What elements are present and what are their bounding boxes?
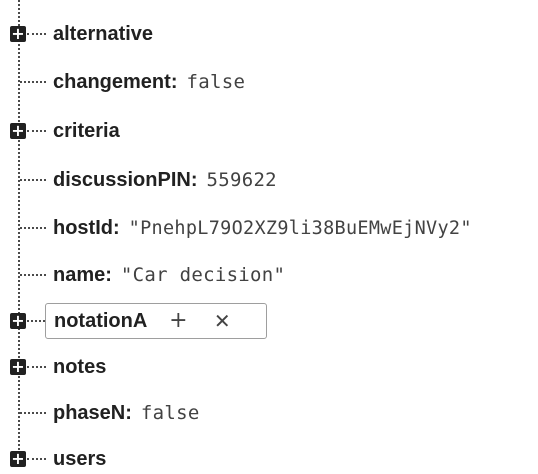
node-key[interactable]: discussionPIN <box>53 169 191 192</box>
tree-branch-line <box>27 458 46 460</box>
expand-plus-icon[interactable]: + <box>10 451 26 467</box>
node-key[interactable]: notationA <box>54 310 147 333</box>
tree-branch-line <box>27 33 46 35</box>
key-colon: : <box>105 263 112 286</box>
tree-branch-line <box>20 274 46 276</box>
node-key[interactable]: alternative <box>53 23 153 46</box>
hovered-node-box[interactable]: notationA + ✕ <box>45 303 267 339</box>
tree-node-phasen[interactable]: phaseN: false <box>0 398 538 428</box>
tree-branch-line <box>20 179 46 181</box>
delete-node-icon[interactable]: ✕ <box>211 310 233 332</box>
tree-node-notes[interactable]: + notes <box>0 352 538 382</box>
tree-branch-line <box>20 81 46 83</box>
tree-branch-line <box>27 320 45 322</box>
node-value[interactable]: false <box>141 402 200 424</box>
tree-node-notationa[interactable]: + notationA + ✕ <box>0 303 538 339</box>
node-key[interactable]: notes <box>53 356 106 379</box>
tree-node-criteria[interactable]: + criteria <box>0 116 538 146</box>
key-colon: : <box>170 70 178 93</box>
node-key[interactable]: hostId <box>53 217 113 240</box>
node-key[interactable]: criteria <box>53 120 120 143</box>
key-colon: : <box>113 216 120 239</box>
tree-node-name[interactable]: name: "Car decision" <box>0 260 538 290</box>
node-value[interactable]: "PnehpL79O2XZ9li38BuEMwEjNVy2" <box>129 218 472 239</box>
expand-plus-icon[interactable]: + <box>10 313 26 329</box>
tree-node-hostid[interactable]: hostId: "PnehpL79O2XZ9li38BuEMwEjNVy2" <box>0 213 538 243</box>
node-value[interactable]: false <box>186 71 245 93</box>
key-colon: : <box>190 168 198 191</box>
node-key[interactable]: changement <box>53 71 171 94</box>
tree-node-users[interactable]: + users <box>0 444 538 474</box>
tree-node-discussionpin[interactable]: discussionPIN: 559622 <box>0 165 538 195</box>
node-value[interactable]: "Car decision" <box>121 264 285 286</box>
expand-plus-icon[interactable]: + <box>10 26 26 42</box>
tree-node-alternative[interactable]: + alternative <box>0 19 538 49</box>
expand-plus-icon[interactable]: + <box>10 359 26 375</box>
node-key[interactable]: name <box>53 264 105 287</box>
tree-node-changement[interactable]: changement: false <box>0 67 538 97</box>
add-child-icon[interactable]: + <box>167 310 189 332</box>
key-colon: : <box>125 401 132 424</box>
tree-branch-line <box>27 130 46 132</box>
tree-branch-line <box>20 227 46 229</box>
node-value[interactable]: 559622 <box>206 169 276 191</box>
tree-branch-line <box>20 412 46 414</box>
expand-plus-icon[interactable]: + <box>10 123 26 139</box>
node-key[interactable]: users <box>53 448 106 471</box>
node-key[interactable]: phaseN <box>53 402 125 425</box>
database-tree: + alternative changement: false + criter… <box>0 0 538 470</box>
tree-branch-line <box>27 366 46 368</box>
